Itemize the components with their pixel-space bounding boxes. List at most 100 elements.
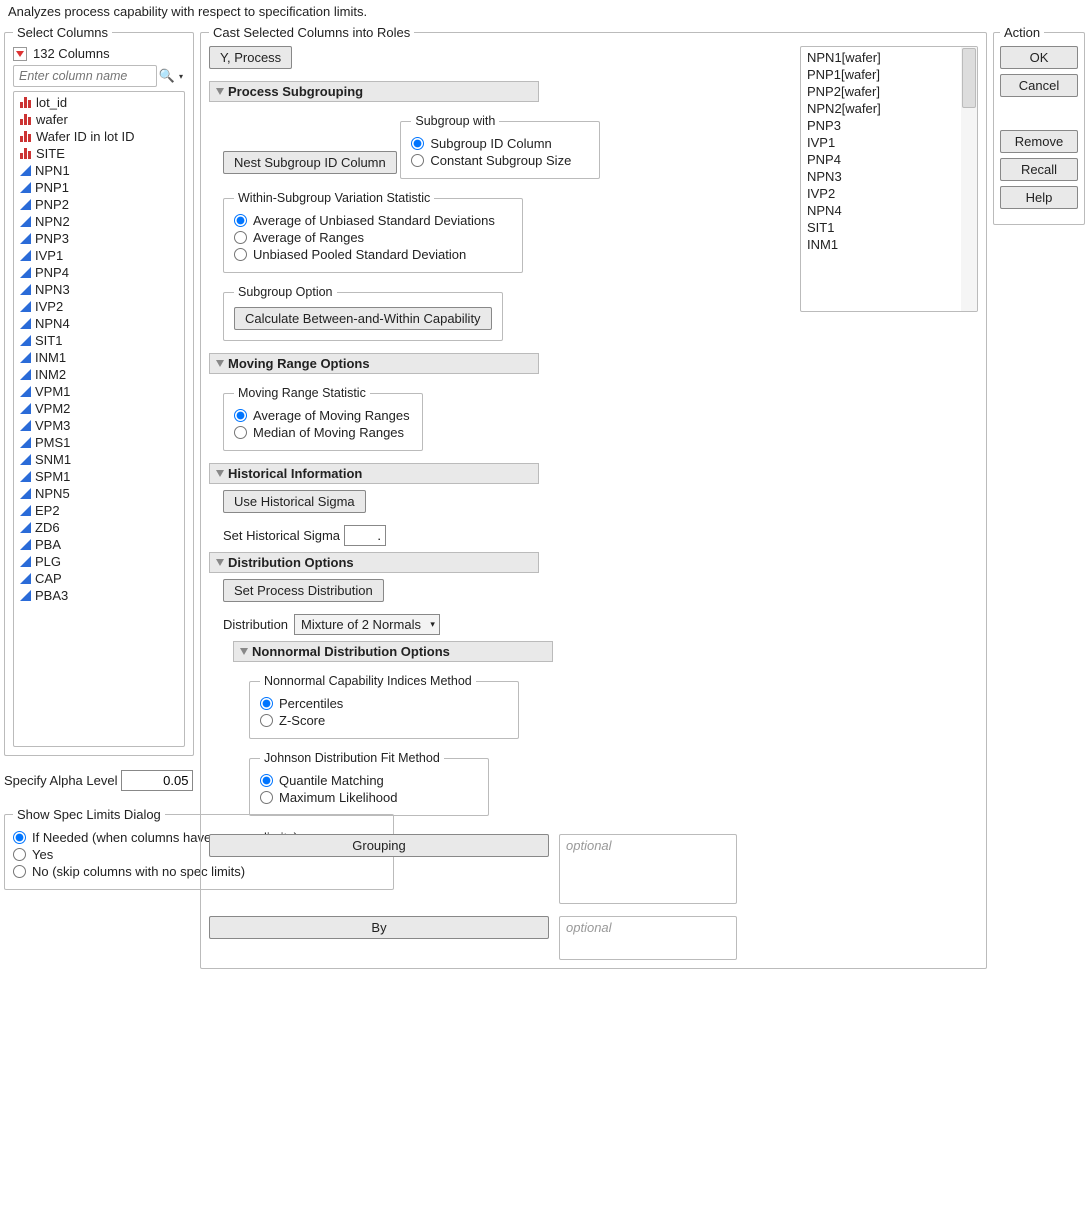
- help-button[interactable]: Help: [1000, 186, 1078, 209]
- column-item[interactable]: NPN5: [14, 485, 184, 502]
- nonnormal-indices-option[interactable]: Z-Score: [260, 713, 508, 728]
- calc-between-within-button[interactable]: Calculate Between-and-Within Capability: [234, 307, 492, 330]
- column-item[interactable]: PBA3: [14, 587, 184, 604]
- column-item[interactable]: wafer: [14, 111, 184, 128]
- moving-range-stat-radio[interactable]: [234, 409, 247, 422]
- column-item[interactable]: Wafer ID in lot ID: [14, 128, 184, 145]
- process-subgrouping-header[interactable]: Process Subgrouping: [209, 81, 539, 102]
- nest-subgroup-button[interactable]: Nest Subgroup ID Column: [223, 151, 397, 174]
- within-stat-option[interactable]: Unbiased Pooled Standard Deviation: [234, 247, 512, 262]
- recall-button[interactable]: Recall: [1000, 158, 1078, 181]
- column-item[interactable]: PMS1: [14, 434, 184, 451]
- column-item[interactable]: CAP: [14, 570, 184, 587]
- within-stat-option[interactable]: Average of Ranges: [234, 230, 512, 245]
- column-item[interactable]: PNP2: [14, 196, 184, 213]
- column-item[interactable]: IVP1: [14, 247, 184, 264]
- y-list-item[interactable]: IVP2: [801, 185, 977, 202]
- column-item[interactable]: PBA: [14, 536, 184, 553]
- by-button[interactable]: By: [209, 916, 549, 939]
- historical-header[interactable]: Historical Information: [209, 463, 539, 484]
- subgroup-with-option[interactable]: Subgroup ID Column: [411, 136, 589, 151]
- y-list-item[interactable]: NPN2[wafer]: [801, 100, 977, 117]
- nonnormal-header[interactable]: Nonnormal Distribution Options: [233, 641, 553, 662]
- column-item[interactable]: VPM3: [14, 417, 184, 434]
- column-item[interactable]: NPN3: [14, 281, 184, 298]
- alpha-input[interactable]: [121, 770, 193, 791]
- remove-button[interactable]: Remove: [1000, 130, 1078, 153]
- moving-range-header[interactable]: Moving Range Options: [209, 353, 539, 374]
- within-stat-radio[interactable]: [234, 214, 247, 227]
- column-item[interactable]: IVP2: [14, 298, 184, 315]
- column-item[interactable]: PNP1: [14, 179, 184, 196]
- columns-listbox[interactable]: lot_idwaferWafer ID in lot IDSITENPN1PNP…: [13, 91, 185, 747]
- scrollbar-track[interactable]: [961, 47, 977, 311]
- grouping-button[interactable]: Grouping: [209, 834, 549, 857]
- column-item[interactable]: PLG: [14, 553, 184, 570]
- grouping-dropzone[interactable]: optional: [559, 834, 737, 904]
- column-item[interactable]: PNP3: [14, 230, 184, 247]
- within-stat-radio[interactable]: [234, 248, 247, 261]
- y-list-item[interactable]: SIT1: [801, 219, 977, 236]
- distribution-select[interactable]: Mixture of 2 Normals ▾: [294, 614, 440, 635]
- column-item[interactable]: VPM1: [14, 383, 184, 400]
- distribution-header[interactable]: Distribution Options: [209, 552, 539, 573]
- ok-button[interactable]: OK: [1000, 46, 1078, 69]
- column-item[interactable]: INM2: [14, 366, 184, 383]
- y-process-button[interactable]: Y, Process: [209, 46, 292, 69]
- column-search-input[interactable]: [13, 65, 157, 87]
- within-stat-radio[interactable]: [234, 231, 247, 244]
- column-item[interactable]: ZD6: [14, 519, 184, 536]
- y-list-item[interactable]: PNP1[wafer]: [801, 66, 977, 83]
- johnson-fit-option[interactable]: Maximum Likelihood: [260, 790, 478, 805]
- column-label: PBA: [35, 537, 61, 552]
- column-item[interactable]: SIT1: [14, 332, 184, 349]
- y-list-item[interactable]: PNP4: [801, 151, 977, 168]
- spec-limits-radio[interactable]: [13, 865, 26, 878]
- cancel-button[interactable]: Cancel: [1000, 74, 1078, 97]
- nonnormal-indices-radio[interactable]: [260, 714, 273, 727]
- spec-limits-radio[interactable]: [13, 848, 26, 861]
- column-item[interactable]: INM1: [14, 349, 184, 366]
- y-list-item[interactable]: IVP1: [801, 134, 977, 151]
- subgroup-with-radio[interactable]: [411, 137, 424, 150]
- nonnormal-indices-radio[interactable]: [260, 697, 273, 710]
- johnson-fit-radio[interactable]: [260, 791, 273, 804]
- column-item[interactable]: EP2: [14, 502, 184, 519]
- set-historical-sigma-input[interactable]: [344, 525, 386, 546]
- column-item[interactable]: NPN2: [14, 213, 184, 230]
- y-list-item[interactable]: NPN3: [801, 168, 977, 185]
- column-label: SIT1: [35, 333, 62, 348]
- column-item[interactable]: SNM1: [14, 451, 184, 468]
- column-item[interactable]: SPM1: [14, 468, 184, 485]
- subgroup-with-radio[interactable]: [411, 154, 424, 167]
- columns-disclosure-icon[interactable]: [13, 47, 27, 61]
- y-list-item[interactable]: INM1: [801, 236, 977, 253]
- subgroup-with-option[interactable]: Constant Subgroup Size: [411, 153, 589, 168]
- column-item[interactable]: VPM2: [14, 400, 184, 417]
- nonnormal-indices-option[interactable]: Percentiles: [260, 696, 508, 711]
- y-list-item[interactable]: PNP2[wafer]: [801, 83, 977, 100]
- y-list-item[interactable]: NPN4: [801, 202, 977, 219]
- within-stat-option[interactable]: Average of Unbiased Standard Deviations: [234, 213, 512, 228]
- moving-range-stat-option[interactable]: Average of Moving Ranges: [234, 408, 412, 423]
- johnson-fit-option[interactable]: Quantile Matching: [260, 773, 478, 788]
- column-item[interactable]: SITE: [14, 145, 184, 162]
- scrollbar-thumb[interactable]: [962, 48, 976, 108]
- column-item[interactable]: PNP4: [14, 264, 184, 281]
- johnson-fit-radio[interactable]: [260, 774, 273, 787]
- by-dropzone[interactable]: optional: [559, 916, 737, 960]
- y-process-listbox[interactable]: NPN1[wafer]PNP1[wafer]PNP2[wafer]NPN2[wa…: [800, 46, 978, 312]
- use-historical-sigma-button[interactable]: Use Historical Sigma: [223, 490, 366, 513]
- spec-limits-radio[interactable]: [13, 831, 26, 844]
- moving-range-stat-option[interactable]: Median of Moving Ranges: [234, 425, 412, 440]
- search-options-icon[interactable]: ▾: [177, 72, 185, 81]
- set-process-distribution-button[interactable]: Set Process Distribution: [223, 579, 384, 602]
- search-icon[interactable]: 🔍: [159, 68, 175, 84]
- column-item[interactable]: lot_id: [14, 94, 184, 111]
- y-list-item[interactable]: PNP3: [801, 117, 977, 134]
- within-stat-legend: Within-Subgroup Variation Statistic: [234, 191, 434, 205]
- moving-range-stat-radio[interactable]: [234, 426, 247, 439]
- column-item[interactable]: NPN1: [14, 162, 184, 179]
- y-list-item[interactable]: NPN1[wafer]: [801, 49, 977, 66]
- column-item[interactable]: NPN4: [14, 315, 184, 332]
